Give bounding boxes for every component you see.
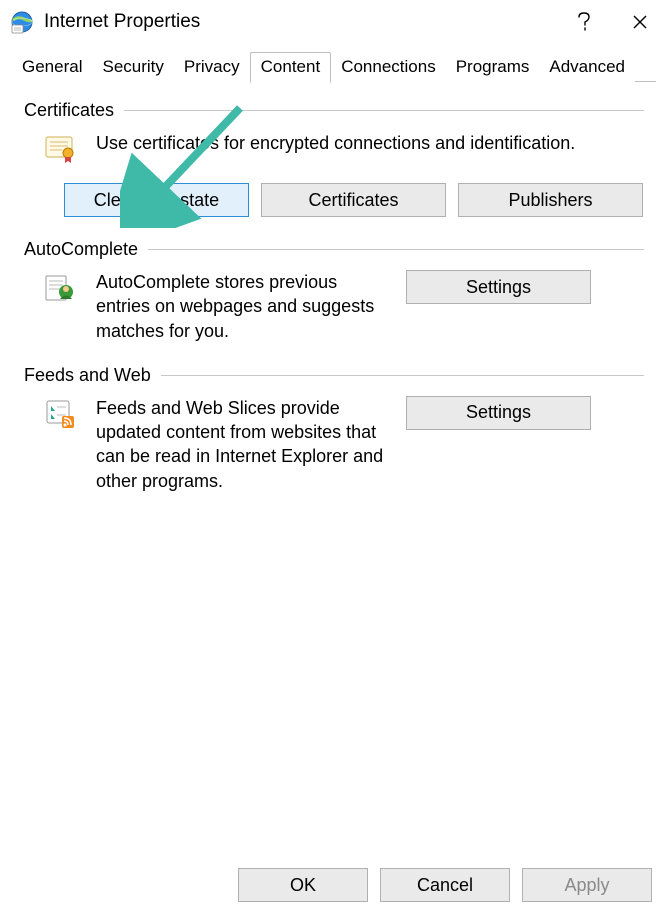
feeds-description: Feeds and Web Slices provide updated con… — [96, 396, 386, 493]
group-label-feeds: Feeds and Web — [24, 365, 151, 386]
tab-security[interactable]: Security — [92, 53, 173, 82]
group-autocomplete: AutoComplete AutoComplete stores previ — [24, 239, 644, 343]
group-divider — [148, 249, 644, 250]
cancel-button[interactable]: Cancel — [380, 868, 510, 902]
certificates-button-row: Clear SSL state Certificates Publishers — [24, 183, 644, 217]
internet-properties-dialog: Internet Properties General Security Pri… — [0, 0, 668, 918]
dialog-footer: OK Cancel Apply — [0, 856, 668, 918]
tab-advanced[interactable]: Advanced — [539, 53, 635, 82]
tab-general[interactable]: General — [12, 53, 92, 82]
apply-button[interactable]: Apply — [522, 868, 652, 902]
certificate-icon — [44, 133, 76, 165]
group-feeds: Feeds and Web — [24, 365, 644, 493]
group-label-certificates: Certificates — [24, 100, 114, 121]
publishers-button[interactable]: Publishers — [458, 183, 643, 217]
autocomplete-settings-button[interactable]: Settings — [406, 270, 591, 304]
help-button[interactable] — [556, 0, 612, 44]
feeds-icon — [44, 398, 76, 430]
group-divider — [161, 375, 644, 376]
tab-programs[interactable]: Programs — [446, 53, 540, 82]
window-title: Internet Properties — [44, 11, 556, 33]
titlebar: Internet Properties — [0, 0, 668, 44]
ok-button[interactable]: OK — [238, 868, 368, 902]
tab-connections[interactable]: Connections — [331, 53, 446, 82]
group-divider — [124, 110, 644, 111]
close-button[interactable] — [612, 0, 668, 44]
clear-ssl-state-button[interactable]: Clear SSL state — [64, 183, 249, 217]
tab-privacy[interactable]: Privacy — [174, 53, 250, 82]
tab-content[interactable]: Content — [250, 52, 332, 83]
autocomplete-icon — [44, 272, 76, 304]
group-label-autocomplete: AutoComplete — [24, 239, 138, 260]
autocomplete-description: AutoComplete stores previous entries on … — [96, 270, 386, 343]
feeds-settings-button[interactable]: Settings — [406, 396, 591, 430]
internet-options-icon — [10, 10, 34, 34]
tab-strip: General Security Privacy Content Connect… — [0, 50, 668, 82]
certificates-button[interactable]: Certificates — [261, 183, 446, 217]
content-panel: Certificates Use certificates for encryp… — [0, 82, 668, 856]
certificates-description: Use certificates for encrypted connectio… — [96, 131, 644, 155]
group-certificates: Certificates Use certificates for encryp… — [24, 100, 644, 217]
